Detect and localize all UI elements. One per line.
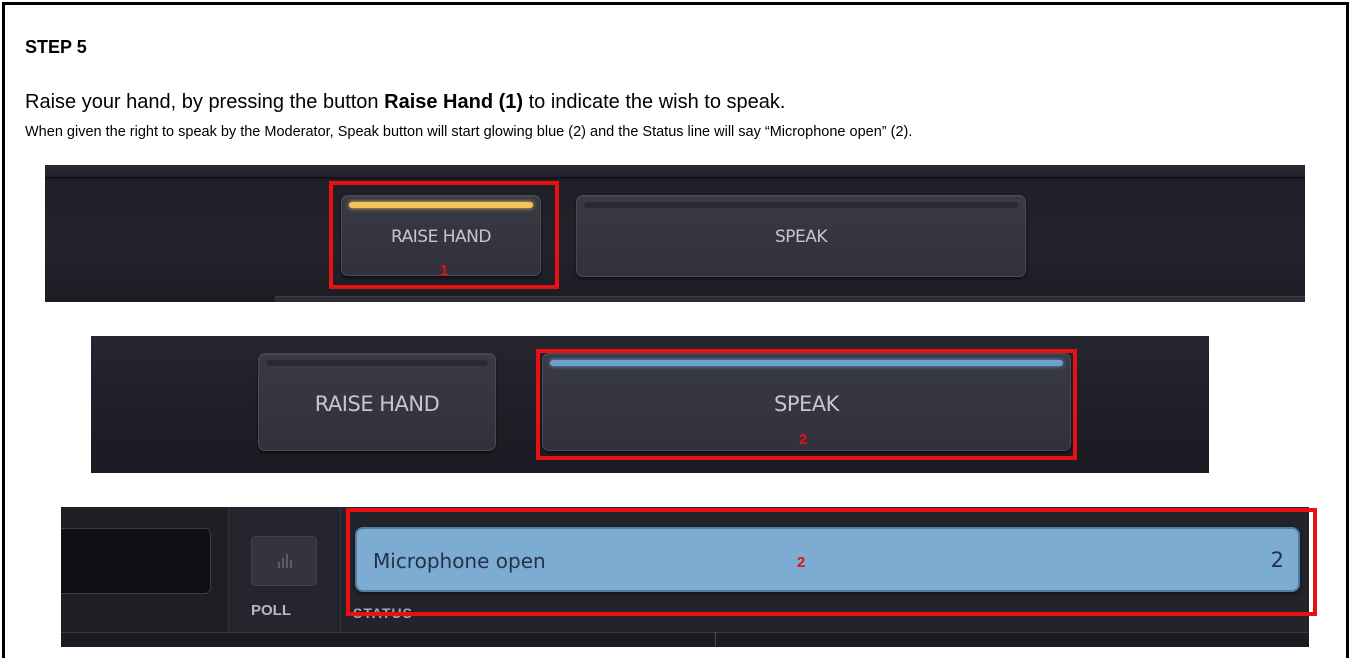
step-title: STEP 5 <box>25 37 87 57</box>
panel-bottom-strip <box>275 296 1305 302</box>
bottom-bar <box>61 632 1309 647</box>
callout-box-status <box>346 508 1317 616</box>
instruction-text-bold: Raise Hand (1) <box>384 91 524 113</box>
instruction-text-after: to indicate the wish to speak. <box>523 91 786 113</box>
poll-chart-icon <box>278 554 292 568</box>
speak-button[interactable]: SPEAK <box>576 195 1026 277</box>
dark-display <box>61 528 211 594</box>
callout-number-1: 1 <box>440 262 449 279</box>
left-section <box>61 507 229 632</box>
screenshot-raise-hand-panel: RAISE HAND SPEAK <box>45 165 1305 302</box>
instruction-text-before: Raise your hand, by pressing the button <box>25 91 385 113</box>
instruction-line-2: When given the right to speak by the Mod… <box>25 124 913 140</box>
raise-hand-button[interactable]: RAISE HAND <box>258 353 496 451</box>
poll-section: POLL <box>229 507 341 632</box>
speak-indicator <box>584 202 1018 208</box>
bottom-divider <box>715 632 716 647</box>
callout-number-2-status: 2 <box>797 554 806 571</box>
poll-button[interactable] <box>251 536 317 586</box>
poll-label: POLL <box>251 602 291 619</box>
raise-hand-label: RAISE HAND <box>314 392 440 416</box>
panel-top-line <box>45 177 1305 179</box>
raise-hand-indicator <box>266 360 488 366</box>
callout-number-2-speak: 2 <box>799 431 808 448</box>
speak-label: SPEAK <box>774 227 828 247</box>
instruction-line-1: Raise your hand, by pressing the button … <box>25 91 785 114</box>
